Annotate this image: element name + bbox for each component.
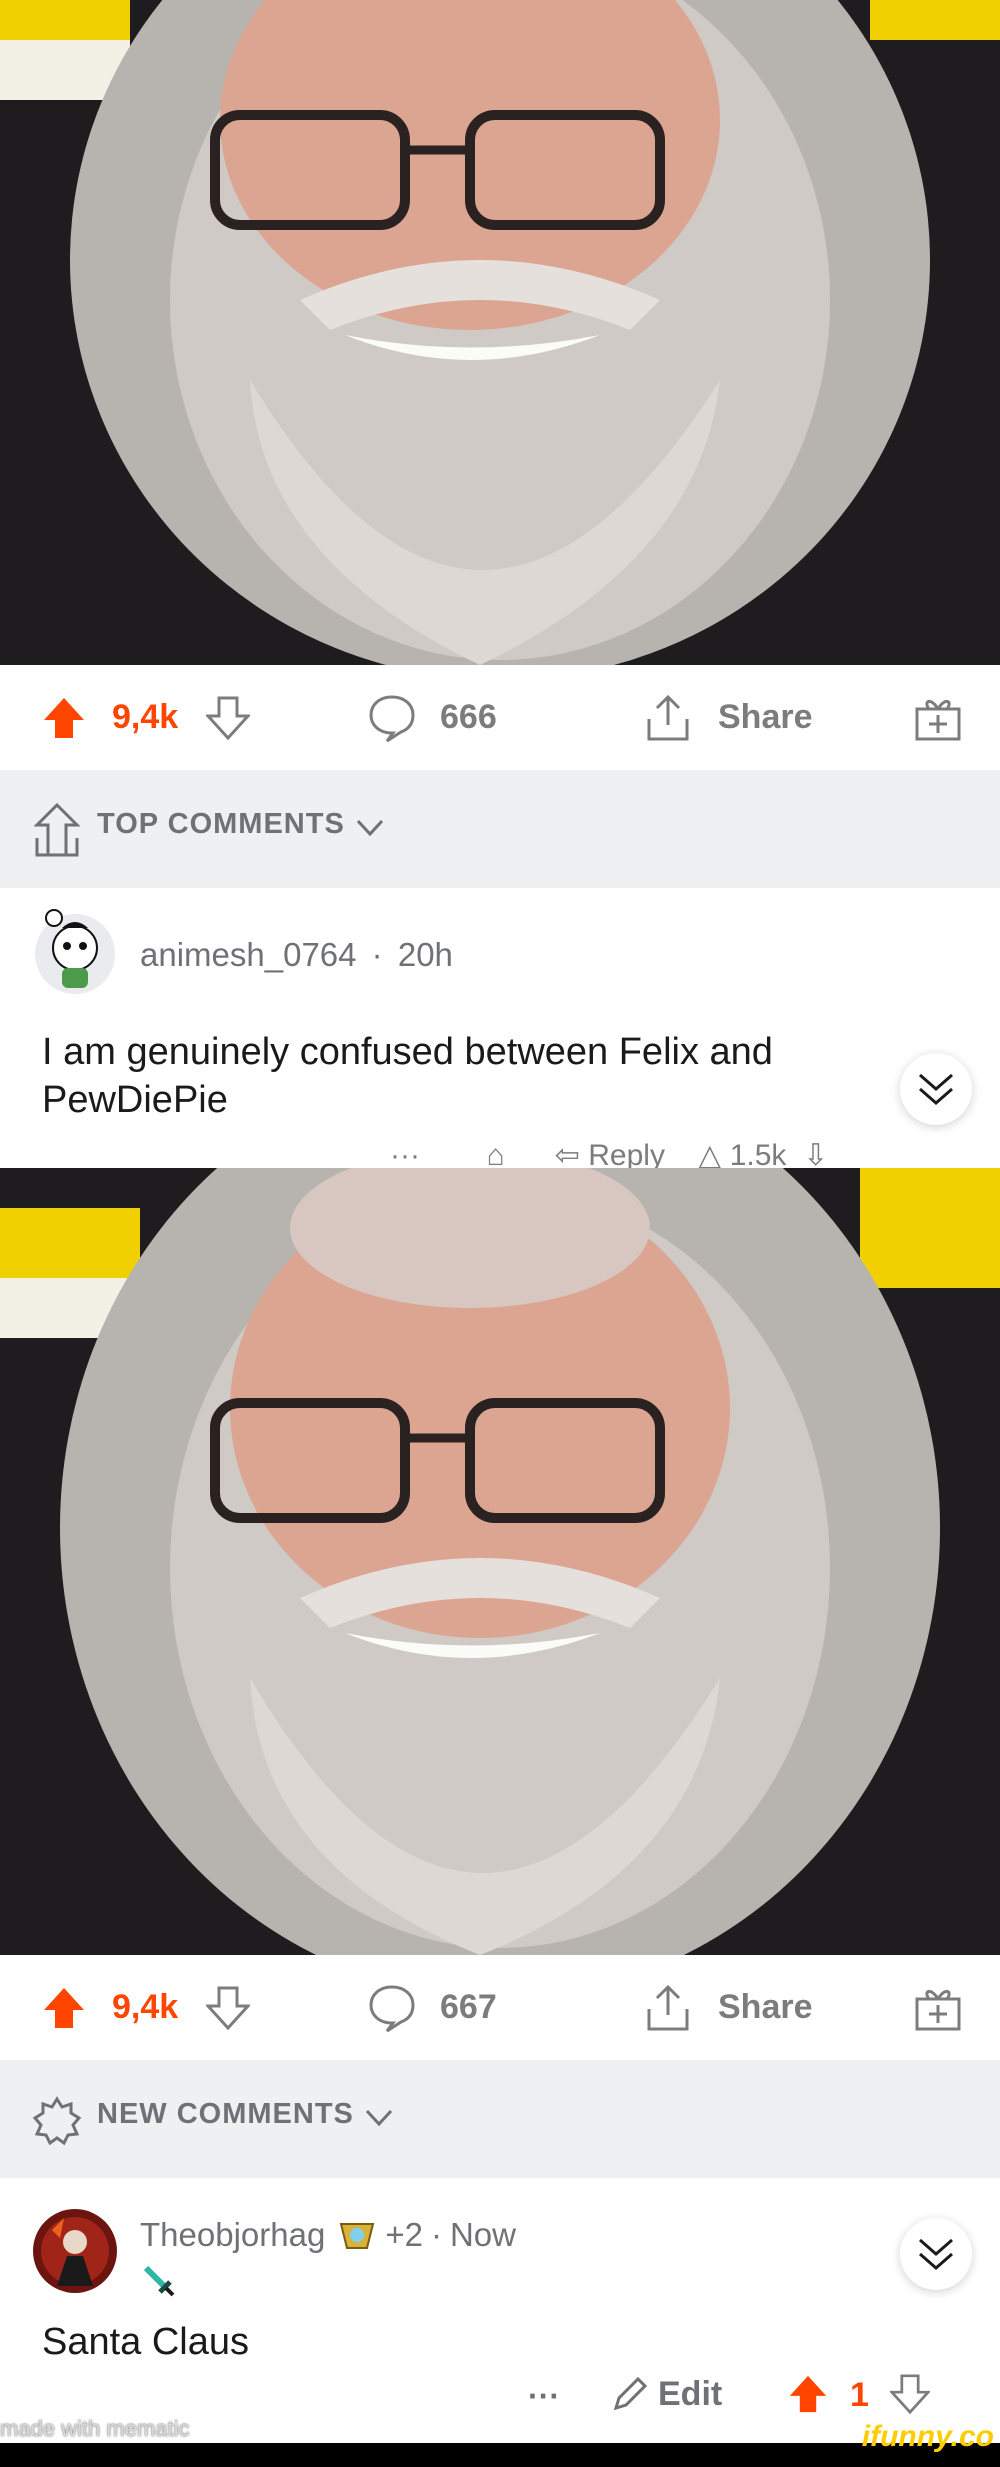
- comments-sort-header-2[interactable]: NEW COMMENTS: [0, 2060, 1000, 2178]
- comment-downvote-button[interactable]: [888, 2374, 932, 2419]
- upvote-arrow-icon: [44, 697, 84, 738]
- downvote-button[interactable]: [206, 665, 250, 770]
- comment-vote-count: 1: [850, 2376, 869, 2414]
- bearded-man-photo: [0, 0, 1000, 665]
- comment-2: Theobjorhag +2 · Now Santa Claus ··· Edi…: [0, 2178, 1000, 2443]
- comments-button[interactable]: [367, 665, 417, 770]
- post-action-bar-1: 9,4k 666 Share: [0, 665, 1000, 770]
- downvote-arrow-icon: [888, 2374, 932, 2415]
- chevron-down-icon: [365, 2109, 393, 2127]
- comment-count: 667: [440, 1988, 497, 2026]
- share-label: Share: [718, 698, 813, 736]
- share-button[interactable]: [643, 665, 693, 770]
- upvote-arrow-icon: [44, 1987, 84, 2028]
- gift-icon: [915, 1989, 961, 2030]
- share-icon: [647, 1984, 689, 2030]
- comment-upvote-button[interactable]: [788, 2374, 828, 2419]
- comment-author[interactable]: animesh_0764: [140, 936, 357, 973]
- upvote-button[interactable]: [42, 1955, 86, 2060]
- comment-body: Santa Claus: [42, 2321, 250, 2363]
- downvote-arrow-icon: [206, 1986, 250, 2030]
- gift-icon: [915, 699, 961, 740]
- comment-time: 20h: [397, 936, 453, 973]
- comment-count: 666: [440, 698, 497, 736]
- award-button[interactable]: [913, 1955, 963, 2060]
- double-chevron-down-icon: [919, 1073, 953, 1105]
- comment-time: Now: [449, 2216, 516, 2253]
- comment-actions-clipped: ··· ⌂ ⇦ Reply △ 1.5k ⇩: [390, 1139, 829, 1168]
- sword-icon: [143, 2265, 175, 2297]
- pencil-icon: [613, 2376, 648, 2411]
- upvote-arrow-icon: [789, 2375, 827, 2413]
- upvote-count: 9,4k: [112, 698, 179, 736]
- sort-label: NEW COMMENTS: [97, 2098, 354, 2130]
- collapse-button[interactable]: [900, 2218, 972, 2290]
- ifunny-logo: ifunny.co: [861, 2420, 994, 2453]
- mematic-watermark: made with mematic: [0, 2416, 190, 2441]
- comment-bubble-icon: [369, 694, 415, 742]
- post-image-2[interactable]: [0, 1168, 1000, 1955]
- award-button[interactable]: [913, 665, 963, 770]
- comment-1: animesh_0764 · 20h I am genuinely confus…: [0, 888, 1000, 1168]
- share-icon: [647, 694, 689, 740]
- meta-separator: ·: [371, 936, 383, 973]
- new-sort-icon: [32, 2096, 82, 2146]
- footer-bar: [0, 2443, 1000, 2467]
- comment-body-line2: PewDiePie: [42, 1079, 228, 1121]
- upvote-button[interactable]: [42, 665, 86, 770]
- avatar[interactable]: [32, 908, 118, 994]
- award-badge-icon: [340, 2223, 375, 2249]
- comments-sort-header-1[interactable]: TOP COMMENTS: [0, 770, 1000, 888]
- collapse-button[interactable]: [900, 1053, 972, 1125]
- double-chevron-down-icon: [919, 2238, 953, 2270]
- bearded-man-photo: [0, 1168, 1000, 1955]
- comment-author[interactable]: Theobjorhag: [140, 2216, 325, 2254]
- comments-button[interactable]: [367, 1955, 417, 2060]
- top-sort-icon: [34, 802, 80, 857]
- downvote-arrow-icon: [206, 696, 250, 740]
- chevron-down-icon: [356, 819, 384, 837]
- award-count: +2: [385, 2216, 423, 2253]
- upvote-count: 9,4k: [112, 1988, 179, 2026]
- comment-body-line1: I am genuinely confused between Felix an…: [42, 1031, 773, 1073]
- meta-separator: ·: [430, 2216, 442, 2253]
- edit-label: Edit: [658, 2374, 723, 2413]
- share-label: Share: [718, 1988, 813, 2026]
- post-image-1[interactable]: [0, 0, 1000, 665]
- edit-button[interactable]: Edit: [610, 2374, 722, 2414]
- more-options-button[interactable]: ···: [528, 2378, 560, 2415]
- post-action-bar-2: 9,4k 667 Share: [0, 1955, 1000, 2060]
- comment-bubble-icon: [369, 1984, 415, 2032]
- sort-label: TOP COMMENTS: [97, 808, 345, 840]
- downvote-button[interactable]: [206, 1955, 250, 2060]
- share-button[interactable]: [643, 1955, 693, 2060]
- avatar[interactable]: [32, 2208, 118, 2294]
